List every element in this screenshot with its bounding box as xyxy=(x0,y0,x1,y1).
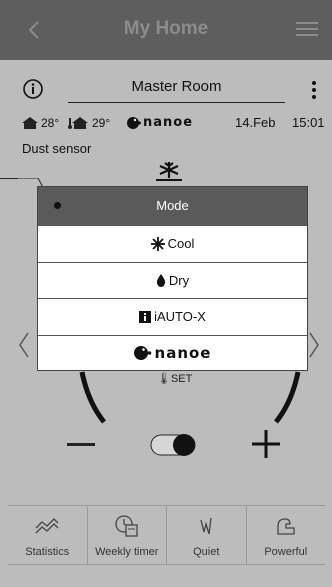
mode-option-label: iAUTO-X xyxy=(154,309,206,325)
mode-title: Mode xyxy=(156,198,189,213)
tab-statistics[interactable]: Statistics xyxy=(8,506,88,564)
arrow-left-icon[interactable] xyxy=(16,330,32,360)
nanoe-icon xyxy=(133,346,151,361)
info-icon[interactable] xyxy=(22,78,44,100)
status-row: 28° 29° nanoe 14.Feb 15:01 xyxy=(0,115,332,133)
room-underline xyxy=(68,102,285,103)
date-label: 14.Feb xyxy=(235,115,276,130)
arrow-right-icon[interactable] xyxy=(306,330,322,360)
droplet-icon xyxy=(156,273,166,287)
room-name[interactable]: Master Room xyxy=(68,78,285,95)
callout-dot xyxy=(54,202,61,209)
indoor-temp: 28° xyxy=(41,116,60,130)
nanoe-label: nanoe xyxy=(143,115,194,130)
mode-option-label: Dry xyxy=(168,272,190,288)
info-box-icon xyxy=(139,310,152,323)
snowflake-icon xyxy=(150,236,165,251)
outdoor-house-icon xyxy=(68,117,88,129)
mode-dropdown: Mode Cool Dry iAUTO-X nanoe xyxy=(37,186,308,371)
thermometer-icon: 🌡︎ xyxy=(157,373,171,385)
time-label: 15:01 xyxy=(292,115,325,130)
outdoor-temp: 29° xyxy=(92,116,111,130)
room-selector-row: Master Room xyxy=(0,76,332,106)
tab-weekly-timer[interactable]: Weekly timer xyxy=(88,506,167,564)
tab-label: Weekly timer xyxy=(95,546,159,558)
mode-snowflake-icon[interactable] xyxy=(156,160,182,182)
tab-quiet[interactable]: Quiet xyxy=(167,506,247,564)
bottom-tab-bar: Statistics Weekly timer Quiet Powerful xyxy=(8,505,325,565)
mode-option-label: nanoe xyxy=(154,344,212,363)
mode-option-cool[interactable]: Cool xyxy=(38,225,307,262)
tab-powerful[interactable]: Powerful xyxy=(247,506,326,564)
statistics-icon xyxy=(35,518,59,534)
increase-temp-button[interactable] xyxy=(252,430,280,458)
mode-option-nanoe[interactable]: nanoe xyxy=(38,334,307,372)
mode-option-dry[interactable]: Dry xyxy=(38,261,307,299)
mode-option-label: Cool xyxy=(167,236,195,252)
more-options-icon[interactable] xyxy=(310,80,318,100)
top-bar: My Home xyxy=(0,0,332,60)
callout-line xyxy=(0,178,18,179)
quiet-icon xyxy=(200,517,212,535)
bottom-area xyxy=(0,565,332,587)
weekly-timer-icon xyxy=(115,515,138,537)
nanoe-icon xyxy=(127,117,141,129)
page-title: My Home xyxy=(123,18,209,39)
set-label: 🌡︎SET xyxy=(157,373,193,385)
indoor-house-icon xyxy=(22,117,38,129)
hamburger-menu-icon[interactable] xyxy=(296,20,318,38)
dust-sensor-label: Dust sensor xyxy=(22,141,92,156)
power-toggle[interactable] xyxy=(150,432,196,458)
powerful-icon xyxy=(277,518,295,535)
mode-dropdown-header: Mode xyxy=(38,187,307,225)
tab-label: Quiet xyxy=(193,546,220,558)
mode-option-iauto-x[interactable]: iAUTO-X xyxy=(38,298,307,335)
tab-label: Powerful xyxy=(264,546,308,558)
tab-label: Statistics xyxy=(25,546,70,558)
decrease-temp-button[interactable] xyxy=(67,443,95,446)
